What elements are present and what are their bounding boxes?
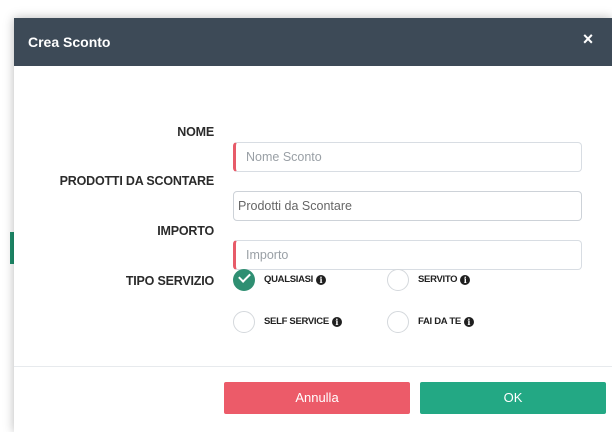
fai-da-te-label: FAI DA TE	[418, 316, 461, 327]
crea-sconto-dialog: Crea Sconto × NOME PRODOTTI DA SCONTARE …	[14, 18, 612, 432]
info-icon: i	[463, 317, 474, 327]
close-icon[interactable]: ×	[579, 30, 597, 48]
prodotti-da-scontare-label: PRODOTTI DA SCONTARE	[59, 174, 215, 188]
tipo-servizio-option-servito[interactable]: SERVITO i	[387, 269, 471, 291]
info-icon: i	[316, 275, 327, 285]
nome-label: NOME	[177, 125, 214, 139]
servito-radio[interactable]	[387, 269, 409, 291]
tipo-servizio-option-self-service[interactable]: SELF SERVICE i	[233, 311, 342, 333]
annulla-button[interactable]: Annulla	[224, 382, 410, 414]
tipo-servizio-label: TIPO SERVIZIO	[125, 274, 214, 288]
self-service-radio[interactable]	[233, 311, 255, 333]
qualsiasi-label: QUALSIASI	[264, 274, 314, 285]
dialog-title: Crea Sconto	[28, 34, 111, 50]
prodotti-da-scontare-input[interactable]	[233, 191, 582, 221]
check-icon	[238, 270, 251, 283]
fai-da-te-radio[interactable]	[387, 311, 409, 333]
tipo-servizio-option-fai-da-te[interactable]: FAI DA TE i	[387, 311, 474, 333]
info-icon: i	[331, 317, 342, 327]
importo-input[interactable]	[233, 240, 582, 270]
info-icon: i	[460, 275, 471, 285]
self-service-label: SELF SERVICE	[264, 316, 329, 327]
dialog-header: Crea Sconto ×	[14, 18, 612, 66]
tipo-servizio-option-qualsiasi[interactable]: QUALSIASI i	[233, 269, 327, 291]
footer-divider	[14, 366, 612, 367]
servito-label: SERVITO	[418, 274, 458, 285]
qualsiasi-radio[interactable]	[233, 269, 255, 291]
screenshot-canvas: Crea Sconto × NOME PRODOTTI DA SCONTARE …	[0, 0, 612, 432]
dialog-body: NOME PRODOTTI DA SCONTARE IMPORTO TIPO S…	[14, 66, 612, 366]
importo-label: IMPORTO	[157, 224, 214, 238]
nome-input[interactable]	[233, 142, 582, 172]
ok-button[interactable]: OK	[420, 382, 606, 414]
